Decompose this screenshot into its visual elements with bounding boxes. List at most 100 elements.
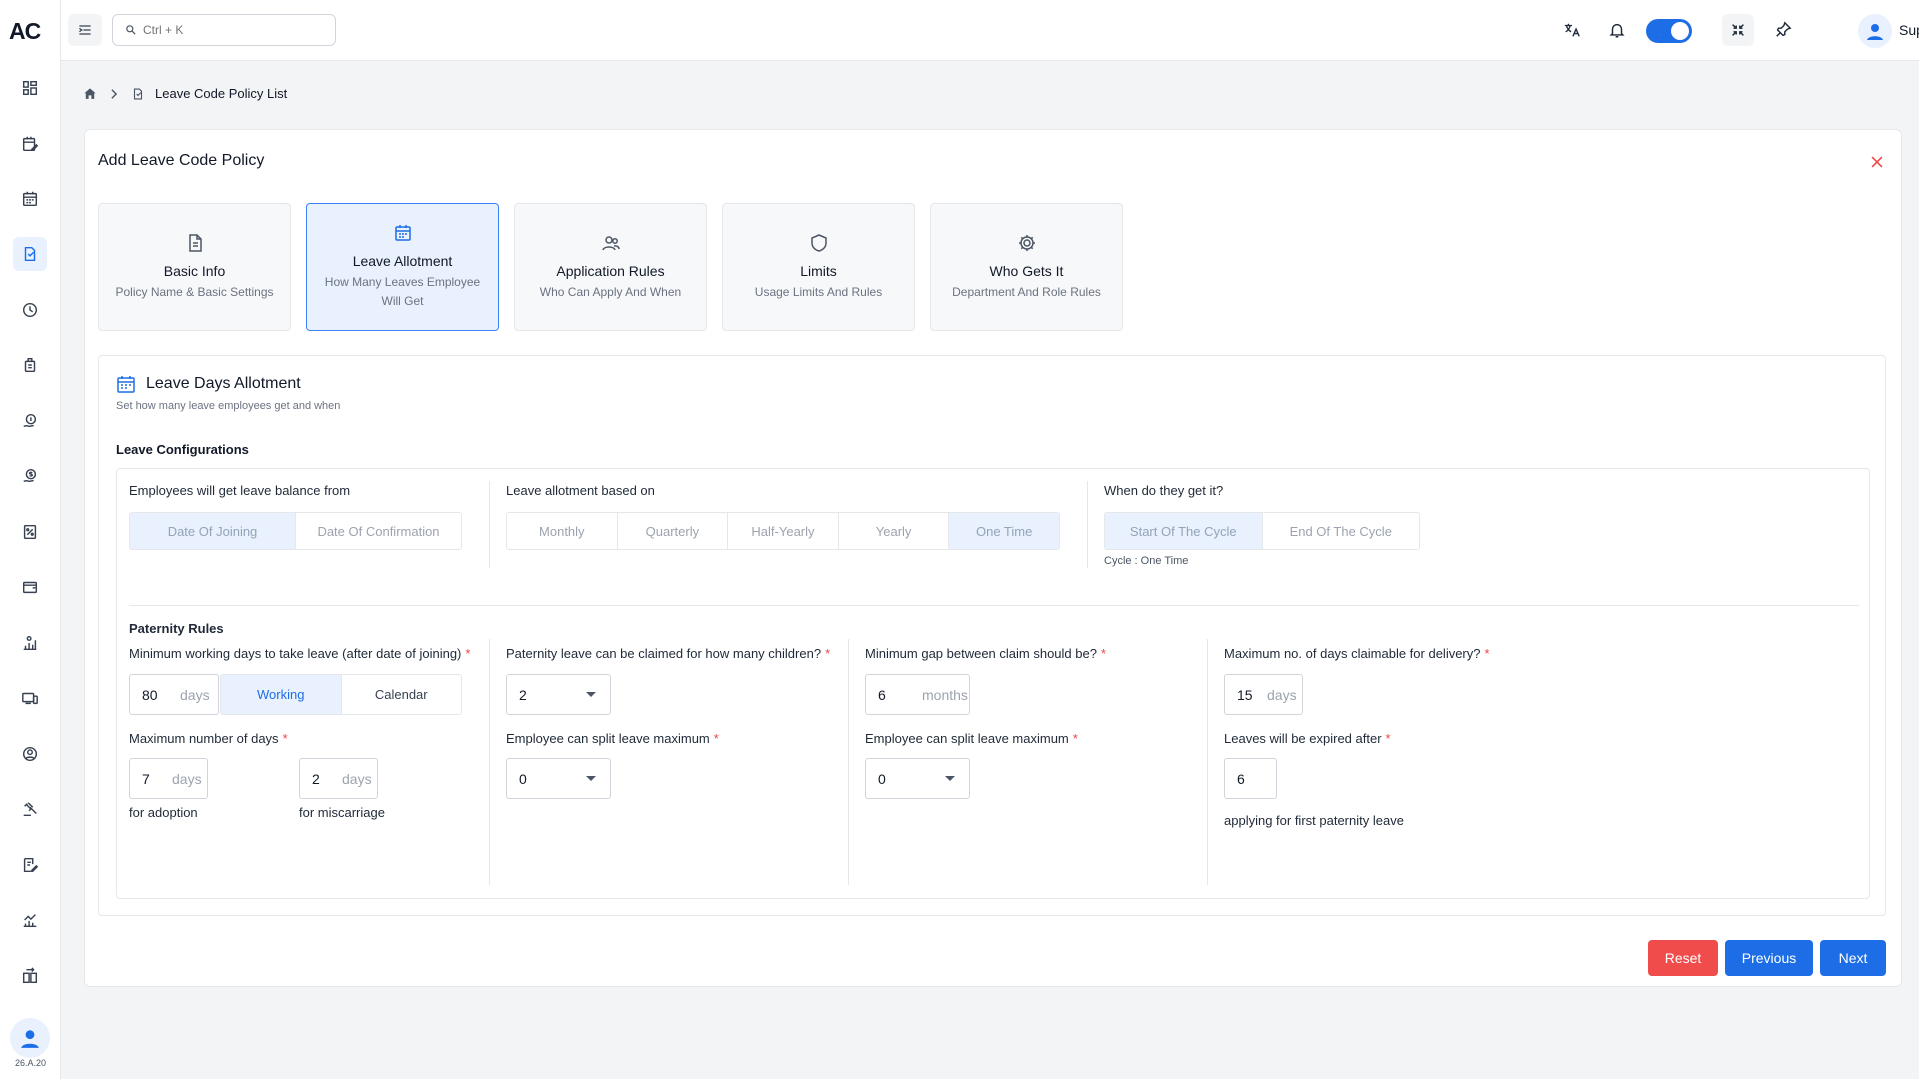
dashboard-icon[interactable] [13, 71, 47, 105]
step-subtitle: Department And Role Rules [952, 284, 1101, 299]
calendar-icon[interactable] [13, 182, 47, 216]
next-button[interactable]: Next [1820, 940, 1886, 976]
option-calendar[interactable]: Calendar [342, 675, 462, 714]
option-working[interactable]: Working [221, 675, 342, 714]
translate-icon[interactable] [1556, 14, 1588, 46]
calendar-icon [117, 376, 135, 393]
section-title: Leave Days Allotment [146, 375, 301, 392]
step-basic-info[interactable]: Basic Info Policy Name & Basic Settings [98, 203, 291, 331]
shield-icon [810, 233, 827, 252]
wallet-icon[interactable] [13, 570, 47, 604]
page-title: Add Leave Code Policy [98, 152, 265, 169]
gavel-icon[interactable] [13, 792, 47, 826]
leave-policy-icon[interactable] [13, 237, 47, 271]
bell-icon[interactable] [1601, 14, 1633, 46]
miscarriage-days-input[interactable]: 2 days [299, 758, 378, 799]
chevron-down-icon [945, 776, 955, 781]
menu-toggle-button[interactable] [68, 14, 102, 46]
pin-icon[interactable] [1767, 14, 1799, 46]
adoption-days-input[interactable]: 7 days [129, 758, 208, 799]
user-avatar[interactable] [1858, 14, 1892, 48]
users-icon [601, 235, 620, 250]
breadcrumb-current[interactable]: Leave Code Policy List [155, 86, 287, 101]
step-title: Who Gets It [989, 262, 1064, 279]
user-name[interactable]: Support [1899, 22, 1919, 38]
expire-input[interactable]: 6 [1224, 758, 1277, 799]
section-subtitle: Set how many leave employees get and whe… [116, 400, 341, 412]
split2-label: Employee can split leave maximum * [865, 731, 1078, 746]
step-subtitle: How Many Leaves Employee Will Get [324, 275, 481, 308]
option-quarterly[interactable]: Quarterly [618, 513, 729, 549]
payroll-icon[interactable] [13, 404, 47, 438]
step-leave-allotment[interactable]: Leave Allotment How Many Leaves Employee… [306, 203, 499, 331]
step-subtitle: Policy Name & Basic Settings [115, 284, 274, 299]
option-date-of-confirmation[interactable]: Date Of Confirmation [296, 513, 461, 549]
divider [489, 481, 490, 568]
search-input[interactable] [143, 23, 313, 37]
option-date-of-joining[interactable]: Date Of Joining [130, 513, 296, 549]
allotment-label: Leave allotment based on [506, 483, 655, 498]
moon-icon [1655, 25, 1661, 36]
salary-icon[interactable] [13, 459, 47, 493]
delivery-input[interactable]: 15 days [1224, 674, 1303, 715]
document-icon [188, 233, 202, 252]
reset-button[interactable]: Reset [1648, 940, 1718, 976]
step-title: Limits [800, 262, 837, 279]
children-select[interactable]: 2 [506, 674, 611, 715]
when-label: When do they get it? [1104, 483, 1224, 498]
theme-toggle[interactable] [1646, 19, 1692, 43]
step-who-gets-it[interactable]: Who Gets It Department And Role Rules [930, 203, 1123, 331]
split2-select[interactable]: 0 [865, 758, 970, 799]
gap-input[interactable]: 6 months [865, 674, 970, 715]
balance-from-segment: Date Of Joining Date Of Confirmation [129, 512, 462, 550]
children-label: Paternity leave can be claimed for how m… [506, 646, 831, 661]
min-working-label: Minimum working days to take leave (afte… [129, 646, 471, 661]
divider [1087, 481, 1088, 568]
option-end-of-cycle[interactable]: End Of The Cycle [1263, 513, 1420, 549]
config-label: Leave Configurations [116, 442, 249, 457]
divider [848, 639, 849, 885]
chevron-down-icon [586, 692, 596, 697]
previous-button[interactable]: Previous [1725, 940, 1813, 976]
close-icon [1871, 156, 1883, 168]
app-logo[interactable]: AC [9, 18, 51, 44]
transfer-icon[interactable] [13, 959, 47, 993]
leave-config-box: Employees will get leave balance from Da… [116, 468, 1870, 899]
analytics-icon[interactable] [13, 903, 47, 937]
notes-edit-icon[interactable] [13, 848, 47, 882]
sidebar-avatar[interactable] [10, 1018, 50, 1058]
step-limits[interactable]: Limits Usage Limits And Rules [722, 203, 915, 331]
option-monthly[interactable]: Monthly [507, 513, 618, 549]
close-button[interactable] [1867, 152, 1887, 172]
option-start-of-cycle[interactable]: Start Of The Cycle [1105, 513, 1263, 549]
home-icon[interactable] [83, 87, 97, 101]
step-title: Basic Info [163, 262, 226, 279]
step-title: Application Rules [556, 262, 665, 279]
paternity-rules-title: Paternity Rules [129, 621, 224, 636]
briefcase-icon[interactable] [13, 348, 47, 382]
step-application-rules[interactable]: Application Rules Who Can Apply And When [514, 203, 707, 331]
edit-calendar-icon[interactable] [13, 127, 47, 161]
chevron-down-icon [586, 776, 596, 781]
delivery-label: Maximum no. of days claimable for delive… [1224, 646, 1490, 661]
cycle-note: Cycle : One Time [1104, 555, 1189, 567]
option-half-yearly[interactable]: Half-Yearly [728, 513, 839, 549]
max-days-label: Maximum number of days * [129, 731, 288, 746]
leave-policy-icon [133, 88, 143, 99]
step-subtitle: Who Can Apply And When [539, 284, 682, 299]
search-box[interactable] [112, 14, 336, 46]
min-working-input[interactable]: 80 days [129, 674, 219, 715]
collapse-screen-icon[interactable] [1722, 14, 1754, 46]
gear-icon [1018, 234, 1035, 251]
team-chart-icon[interactable] [13, 626, 47, 660]
profile-circle-icon[interactable] [13, 737, 47, 771]
divider [1207, 639, 1208, 885]
percent-icon[interactable] [13, 515, 47, 549]
calendar-icon [394, 225, 411, 241]
expire-label: Leaves will be expired after * [1224, 731, 1391, 746]
devices-icon[interactable] [13, 681, 47, 715]
split1-select[interactable]: 0 [506, 758, 611, 799]
option-one-time[interactable]: One Time [949, 513, 1059, 549]
time-history-icon[interactable] [13, 293, 47, 327]
option-yearly[interactable]: Yearly [839, 513, 950, 549]
